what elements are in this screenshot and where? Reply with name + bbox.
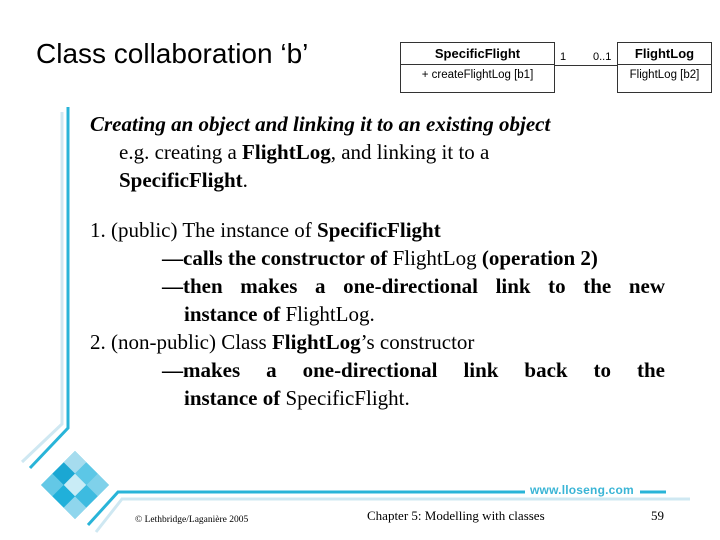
multiplicity-left: 1 bbox=[560, 51, 567, 63]
sub-item: —calls the constructor of FlightLog (ope… bbox=[162, 246, 598, 270]
class-box-specificflight: SpecificFlight + createFlightLog [b1] bbox=[400, 42, 555, 93]
left-light-line bbox=[20, 112, 64, 464]
footer-copyright: © Lethbridge/Laganière 2005 bbox=[135, 515, 249, 525]
term-specificflight: SpecificFlight bbox=[119, 168, 243, 192]
uml-diagram: SpecificFlight + createFlightLog [b1] 1 … bbox=[400, 42, 720, 97]
footer-url: www.lloseng.com bbox=[530, 483, 634, 497]
slide-body: Creating an object and linking it to an … bbox=[90, 110, 665, 412]
sub-item: —makes a one-directional link back to th… bbox=[162, 358, 665, 382]
class-operation: + createFlightLog [b1] bbox=[421, 69, 534, 81]
list-item: 2. (non-public) Class FlightLog’s constr… bbox=[90, 330, 475, 354]
list-item: 1. (public) The instance of SpecificFlig… bbox=[90, 218, 441, 242]
example-text: e.g. creating a FlightLog, and linking i… bbox=[119, 140, 490, 192]
class-box-flightlog: FlightLog FlightLog [b2] bbox=[617, 42, 712, 93]
class-name: FlightLog bbox=[618, 43, 711, 65]
class-name: SpecificFlight bbox=[401, 43, 554, 65]
class-operation: FlightLog [b2] bbox=[629, 69, 700, 81]
page-number: 59 bbox=[651, 508, 664, 523]
sub-item-continuation: instance of SpecificFlight. bbox=[184, 386, 410, 410]
multiplicity-right: 0..1 bbox=[593, 51, 612, 63]
footer-chapter: Chapter 5: Modelling with classes bbox=[367, 508, 545, 523]
term-flightlog: FlightLog bbox=[242, 140, 331, 164]
section-heading: Creating an object and linking it to an … bbox=[90, 112, 551, 136]
sub-item: —then makes a one-directional link to th… bbox=[162, 274, 665, 298]
sub-item-continuation: instance of FlightLog. bbox=[184, 302, 375, 326]
association-line bbox=[555, 65, 617, 66]
slide-title: Class collaboration ‘b’ bbox=[36, 38, 309, 69]
mosaic-logo bbox=[41, 451, 109, 519]
